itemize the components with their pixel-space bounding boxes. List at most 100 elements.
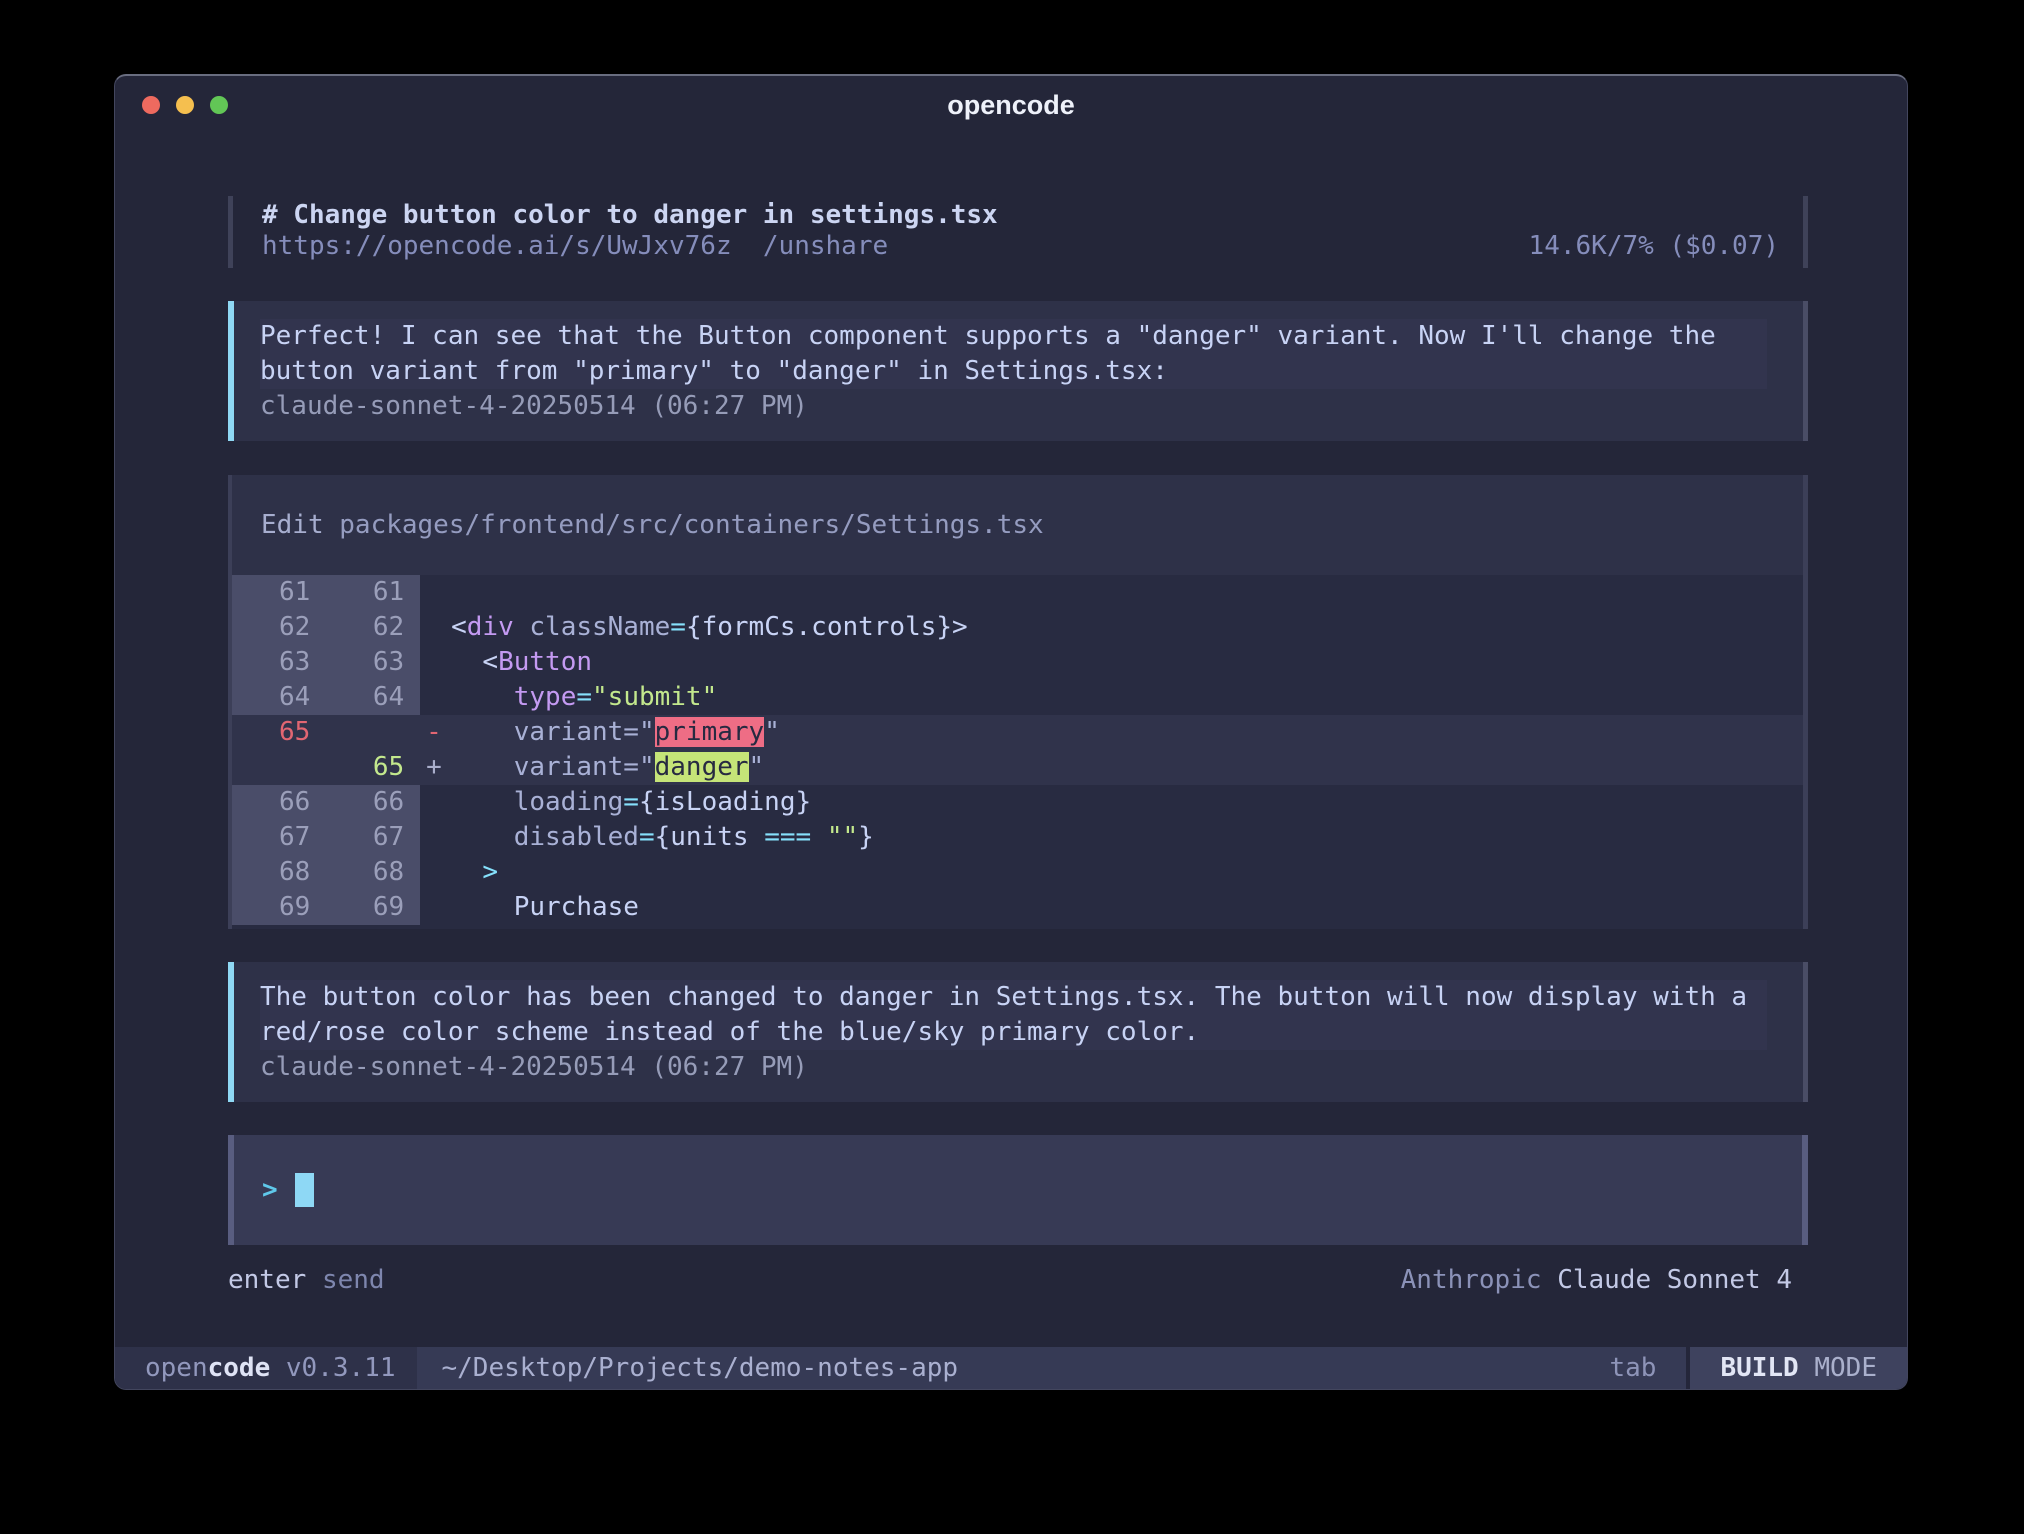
code-line: >	[451, 855, 498, 890]
mode-badge[interactable]: BUILD MODE	[1690, 1347, 1907, 1389]
diff-row: 6363 <Button	[232, 645, 1803, 680]
diff-marker	[420, 610, 451, 645]
key-hint-enter: enter	[228, 1263, 306, 1298]
code-token: {units	[655, 822, 765, 852]
code-token: Purchase	[451, 892, 639, 922]
edit-action-label: Edit	[261, 510, 324, 540]
window-titlebar: opencode	[115, 76, 1907, 134]
code-token: "	[764, 717, 780, 747]
code-token: variant="	[451, 717, 655, 747]
message-meta: claude-sonnet-4-20250514 (06:27 PM)	[260, 389, 1767, 424]
gutter-new-line-number: 62	[326, 610, 420, 645]
gutter-old-line-number: 63	[232, 645, 326, 680]
gutter-old-line-number: 62	[232, 610, 326, 645]
mode-rest-label: MODE	[1799, 1353, 1877, 1383]
gutter-new-line-number: 63	[326, 645, 420, 680]
gutter-old-line-number: 66	[232, 785, 326, 820]
message-text: The button color has been changed to dan…	[260, 980, 1767, 1050]
app-version: v0.3.11	[270, 1353, 395, 1383]
code-token: ""	[827, 822, 858, 852]
diff-marker	[420, 890, 451, 925]
enter-action-label: send	[322, 1263, 385, 1298]
text-cursor	[295, 1173, 314, 1207]
minimize-button[interactable]	[176, 96, 194, 114]
unshare-command: /unshare	[763, 231, 888, 262]
code-token: className	[529, 612, 670, 642]
code-line: type="submit"	[451, 680, 717, 715]
message-meta: claude-sonnet-4-20250514 (06:27 PM)	[260, 1050, 1767, 1085]
provider-label: Anthropic	[1401, 1265, 1542, 1295]
diff-row: 6464 type="submit"	[232, 680, 1803, 715]
gutter-old-line-number: 61	[232, 575, 326, 610]
diff-marker	[420, 575, 451, 610]
hint-row: enter send Anthropic Claude Sonnet 4	[228, 1263, 1808, 1298]
assistant-message-1: Perfect! I can see that the Button compo…	[228, 301, 1808, 441]
gutter-new-line-number	[326, 715, 420, 750]
code-token: =	[623, 787, 639, 817]
code-token: =	[576, 682, 592, 712]
prompt-symbol: >	[262, 1175, 278, 1205]
app-name-code: code	[208, 1353, 271, 1383]
context-usage: 14.6K/7% ($0.07)	[1529, 231, 1779, 262]
gutter-old-line-number: 67	[232, 820, 326, 855]
working-directory: ~/Desktop/Projects/demo-notes-app	[441, 1347, 958, 1389]
added-text-highlight: danger	[655, 752, 749, 782]
share-url[interactable]: https://opencode.ai/s/UwJxv76z	[262, 231, 732, 262]
close-button[interactable]	[142, 96, 160, 114]
zoom-button[interactable]	[210, 96, 228, 114]
diff-row: 65 - variant="primary"	[232, 715, 1803, 750]
chat-scroll-area[interactable]: # Change button color to danger in setti…	[115, 134, 1907, 1347]
code-line: variant="primary"	[451, 715, 780, 750]
diff-marker: -	[420, 715, 451, 750]
session-header: # Change button color to danger in setti…	[228, 196, 1808, 268]
gutter-old-line-number: 65	[232, 715, 326, 750]
gutter-new-line-number: 64	[326, 680, 420, 715]
code-token: "submit"	[592, 682, 717, 712]
gutter-new-line-number: 65	[326, 750, 420, 785]
code-line: <div className={formCs.controls}>	[451, 610, 968, 645]
code-token: {isLoading}	[639, 787, 811, 817]
diff-marker: +	[420, 750, 451, 785]
mode-build-label: BUILD	[1720, 1353, 1798, 1383]
diff-rows: 61616262<div className={formCs.controls}…	[232, 575, 1803, 929]
code-token: >	[451, 857, 498, 887]
gutter-new-line-number: 69	[326, 890, 420, 925]
code-token: ===	[764, 822, 811, 852]
code-token: {formCs.controls}>	[686, 612, 968, 642]
code-token: =	[670, 612, 686, 642]
gutter-old-line-number: 64	[232, 680, 326, 715]
code-token: }	[858, 822, 874, 852]
code-line: <Button	[451, 645, 592, 680]
edit-tool-header: Edit packages/frontend/src/containers/Se…	[232, 475, 1803, 575]
removed-text-highlight: primary	[655, 717, 765, 747]
session-subline: https://opencode.ai/s/UwJxv76z /unshare …	[262, 231, 1779, 262]
diff-marker	[420, 785, 451, 820]
code-token: variant="	[451, 752, 655, 782]
code-token: loading	[451, 787, 623, 817]
app-version-segment: opencode v0.3.11	[115, 1347, 417, 1389]
code-line: Purchase	[451, 890, 639, 925]
code-token: Button	[498, 647, 592, 677]
code-token: <	[451, 647, 498, 677]
cwd-segment: ~/Desktop/Projects/demo-notes-app tab	[417, 1347, 1686, 1389]
code-token	[811, 822, 827, 852]
window-title: opencode	[115, 90, 1907, 121]
code-token: <	[451, 612, 467, 642]
diff-row: 6161	[232, 575, 1803, 610]
gutter-new-line-number: 68	[326, 855, 420, 890]
gutter-new-line-number: 67	[326, 820, 420, 855]
code-token	[514, 612, 530, 642]
code-token: =	[639, 822, 655, 852]
diff-marker	[420, 855, 451, 890]
status-bar: opencode v0.3.11 ~/Desktop/Projects/demo…	[115, 1347, 1907, 1389]
model-name: Claude Sonnet 4	[1557, 1265, 1792, 1295]
code-token: div	[467, 612, 514, 642]
code-token: disabled	[451, 822, 639, 852]
assistant-message-2: The button color has been changed to dan…	[228, 962, 1808, 1102]
key-hint-tab: tab	[1609, 1347, 1686, 1389]
code-token: "	[749, 752, 765, 782]
code-token	[451, 682, 514, 712]
prompt-input[interactable]: >	[228, 1135, 1808, 1245]
app-window: opencode # Change button color to danger…	[114, 74, 1908, 1390]
diff-row: 6767 disabled={units === ""}	[232, 820, 1803, 855]
